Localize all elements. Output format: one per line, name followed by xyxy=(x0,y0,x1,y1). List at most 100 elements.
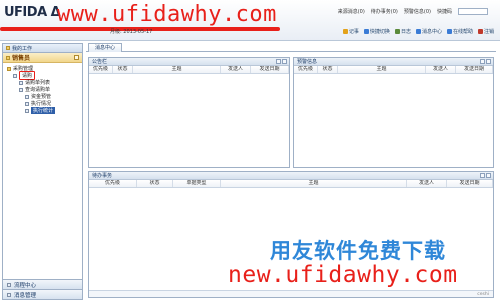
sidebar-user-label: 销售员 xyxy=(12,55,31,62)
quick-code-label: 快捷码 xyxy=(436,9,452,15)
sidebar-header-label: 我的工作 xyxy=(12,45,33,52)
tasks-footer: ceshi xyxy=(89,290,493,297)
toolbar-item-label: 快捷切换 xyxy=(369,29,390,35)
column-header[interactable]: 主题 xyxy=(338,66,426,73)
column-header[interactable]: 状态 xyxy=(318,66,338,73)
column-header[interactable]: 优先级 xyxy=(89,66,113,73)
document-icon xyxy=(25,108,29,113)
switch-icon xyxy=(363,29,369,34)
nav-todo-tasks[interactable]: 待办事务(0) xyxy=(371,8,398,15)
column-header[interactable]: 发送人 xyxy=(407,180,447,187)
maximize-icon[interactable] xyxy=(282,59,287,64)
tree-item-label: 执行统计 xyxy=(31,107,56,114)
toolbar-item-label: 注销 xyxy=(483,29,494,35)
message-icon xyxy=(415,29,421,34)
column-header[interactable]: 发送日期 xyxy=(456,66,493,73)
sidebar-bottom: 流程中心 消息管理 xyxy=(3,279,82,299)
column-header[interactable]: 发送人 xyxy=(426,66,456,73)
app-header: UFIDA Δ www.ufidawhy.com 来源消息(0) 待办事务(0)… xyxy=(0,0,500,41)
sidebar-item-message-management[interactable]: 消息管理 xyxy=(3,289,82,299)
column-header[interactable]: 优先级 xyxy=(89,180,137,187)
sidebar-item-process-center[interactable]: 流程中心 xyxy=(3,279,82,289)
toolbar-item-4[interactable]: 在线帮助 xyxy=(446,28,473,35)
alerts-title-text: 预警信息 xyxy=(297,59,318,65)
column-header[interactable]: 状态 xyxy=(137,180,173,187)
column-header[interactable]: 优先级 xyxy=(294,66,318,73)
tree-item-label: 请购单列表 xyxy=(25,80,51,86)
toolbar-item-1[interactable]: 快捷切换 xyxy=(363,28,390,35)
message-management-icon xyxy=(7,292,11,297)
alerts-title: 预警信息 xyxy=(294,58,493,66)
column-header[interactable]: 发送人 xyxy=(221,66,251,73)
document-icon xyxy=(13,73,17,78)
watermark-url-bottom: new.ufidawhy.com xyxy=(228,262,458,288)
toolbar-item-label: 在线帮助 xyxy=(452,29,473,35)
my-work-icon xyxy=(6,46,10,50)
tree-item-label: 执行情况 xyxy=(31,101,52,107)
alerts-grid-header: 优先级 状态 主题 发送人 发送日期 xyxy=(294,66,493,74)
document-icon xyxy=(25,94,29,99)
column-header[interactable]: 发送日期 xyxy=(251,66,289,73)
sidebar-item-label: 流程中心 xyxy=(14,282,37,289)
logo-text: UFIDA xyxy=(4,5,47,20)
header-toolbar: 记事 快捷切换 日志 消息中心 在线帮助 注销 xyxy=(342,28,494,35)
tree-item[interactable]: 请购 xyxy=(7,71,82,80)
toolbar-item-0[interactable]: 记事 xyxy=(342,28,359,35)
tab-bar: 消息中心 xyxy=(86,43,496,52)
tree-item[interactable]: 资金预管 xyxy=(7,93,82,100)
pin-icon[interactable] xyxy=(74,55,79,60)
ufida-logo: UFIDA Δ xyxy=(4,5,61,20)
tree-item[interactable]: 执行情况 xyxy=(7,100,82,107)
announcements-grid-header: 优先级 状态 主题 发送人 发送日期 xyxy=(89,66,289,74)
minimize-icon[interactable] xyxy=(276,59,281,64)
toolbar-item-5[interactable]: 注销 xyxy=(477,28,494,35)
bulb-icon xyxy=(342,29,348,34)
tree-item-label: 查询请购单 xyxy=(25,87,51,93)
tree-item[interactable]: 查询请购单 xyxy=(7,86,82,93)
document-icon xyxy=(19,80,23,85)
column-header[interactable]: 主题 xyxy=(133,66,221,73)
alerts-panel: 预警信息 优先级 状态 主题 发送人 发送日期 xyxy=(293,57,494,168)
role-icon xyxy=(6,55,10,60)
announcements-title: 公告栏 xyxy=(89,58,289,66)
nav-unread-messages[interactable]: 来源消息(0) xyxy=(338,8,365,15)
column-header[interactable]: 状态 xyxy=(113,66,133,73)
tasks-grid-header: 优先级 状态 单据类型 主题 发送人 发送日期 xyxy=(89,180,493,188)
logout-icon xyxy=(477,29,483,34)
tasks-title: 待办事务 xyxy=(89,172,493,180)
column-header[interactable]: 单据类型 xyxy=(173,180,221,187)
maximize-icon[interactable] xyxy=(486,173,491,178)
tasks-title-text: 待办事务 xyxy=(92,173,113,179)
toolbar-item-label: 消息中心 xyxy=(421,29,442,35)
quick-code-input[interactable] xyxy=(458,8,488,15)
announcements-title-text: 公告栏 xyxy=(92,59,108,65)
sidebar-item-label: 消息管理 xyxy=(14,292,37,299)
toolbar-item-2[interactable]: 日志 xyxy=(394,28,411,35)
tab-message-center[interactable]: 消息中心 xyxy=(88,43,123,52)
folder-icon xyxy=(7,66,11,71)
sidebar-header[interactable]: 我的工作 xyxy=(3,44,82,53)
tree-item[interactable]: 请购单列表 xyxy=(7,79,82,86)
toolbar-item-3[interactable]: 消息中心 xyxy=(415,28,442,35)
sidebar-user-block[interactable]: 销售员 xyxy=(3,53,82,63)
sidebar: 我的工作 销售员 采购管理 请购 请购单列表 查询请购单 资金预管 执行情况 执行统计 流程… xyxy=(2,43,83,300)
tasks-footer-text: ceshi xyxy=(477,292,489,297)
minimize-icon[interactable] xyxy=(480,59,485,64)
watermark-chinese: 用友软件免费下载 xyxy=(270,239,446,263)
maximize-icon[interactable] xyxy=(486,59,491,64)
log-icon xyxy=(394,29,400,34)
column-header[interactable]: 发送日期 xyxy=(447,180,493,187)
nav-alerts[interactable]: 预警信息(0) xyxy=(404,8,431,15)
tree-item[interactable]: 执行统计 xyxy=(7,107,82,114)
toolbar-item-label: 日志 xyxy=(400,29,411,35)
column-header[interactable]: 主题 xyxy=(221,180,407,187)
document-icon xyxy=(19,87,23,92)
minimize-icon[interactable] xyxy=(480,173,485,178)
help-icon xyxy=(446,29,452,34)
document-icon xyxy=(25,101,29,106)
top-nav: 来源消息(0) 待办事务(0) 预警信息(0) 快捷码 xyxy=(338,8,488,15)
user-info: 月级: 2013-05-17 xyxy=(110,29,153,35)
menu-tree: 采购管理 请购 请购单列表 查询请购单 资金预管 执行情况 执行统计 xyxy=(3,63,82,114)
process-center-icon xyxy=(7,282,11,287)
toolbar-item-label: 记事 xyxy=(348,29,359,35)
